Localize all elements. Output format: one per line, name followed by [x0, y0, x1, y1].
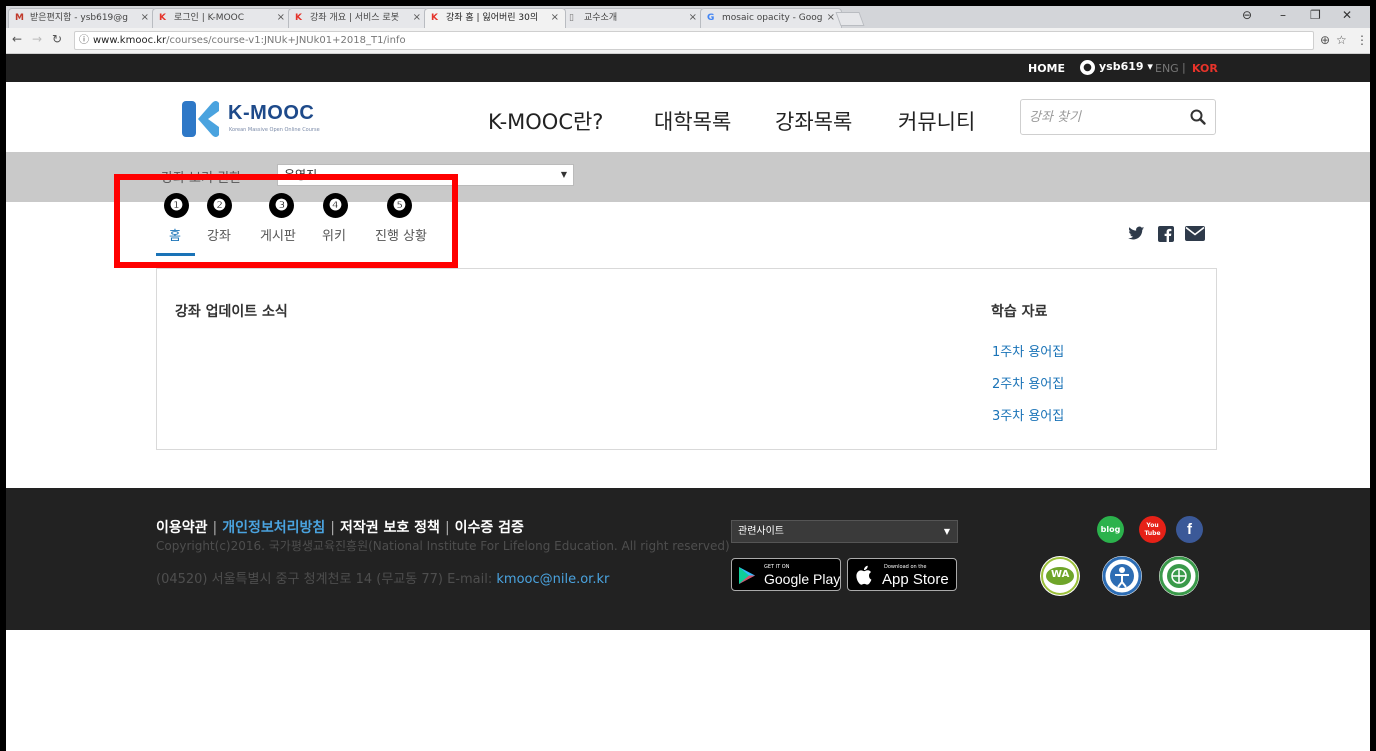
browser-tab-course-home[interactable]: K 강좌 홈 | 잃어버린 30의 × [424, 8, 566, 28]
course-search-box [1020, 99, 1216, 135]
bookmark-star-icon[interactable]: ☆ [1336, 33, 1347, 47]
kmooc-icon: K [159, 13, 166, 23]
nav-university-list[interactable]: 대학목록 [654, 106, 731, 136]
google-icon: G [707, 13, 715, 23]
reload-icon[interactable]: ↻ [52, 32, 62, 46]
terms-link[interactable]: 이용약관 [156, 520, 208, 536]
home-link[interactable]: HOME [1028, 62, 1065, 75]
facebook-sns-icon[interactable]: f [1176, 516, 1203, 543]
gmail-icon: M [15, 13, 24, 23]
material-link-week1[interactable]: 1주차 용어집 [992, 341, 1064, 360]
close-icon[interactable]: × [827, 9, 835, 27]
browser-window: M 받은편지함 - ysb619@g × K 로그인 | K-MOOC × K 강좌 개요… [6, 6, 1370, 751]
wa-cert-icon: WA [1040, 556, 1080, 596]
user-icon: ● [1080, 60, 1095, 75]
page-icon: ▯ [569, 13, 574, 23]
site-header: K-MOOC Korean Massive Open Online Course… [6, 82, 1370, 152]
footer-links: 이용약관 | 개인정보처리방침 | 저작권 보호 정책 | 이수증 검증 [156, 520, 524, 536]
new-tab-button[interactable] [835, 12, 865, 26]
lang-separator: | [1182, 61, 1186, 74]
restore-button[interactable]: ❐ [1310, 8, 1321, 22]
site-topbar: HOME ● ysb619 ▾ ENG | KOR [6, 54, 1370, 82]
address-bar: ← → ↻ ⓘ www.kmooc.kr/courses/course-v1:JN… [6, 28, 1370, 54]
nav-community[interactable]: 커뮤니티 [898, 106, 975, 136]
certificate-verify-link[interactable]: 이수증 검증 [455, 520, 524, 536]
search-icon[interactable] [1189, 108, 1207, 126]
material-link-week2[interactable]: 2주차 용어집 [992, 373, 1064, 392]
close-icon[interactable]: × [277, 9, 285, 27]
zoom-icon[interactable]: ⊕ [1320, 33, 1330, 47]
close-icon[interactable]: × [141, 9, 149, 27]
chevron-down-icon: ▼ [560, 170, 567, 179]
lang-kor-link[interactable]: KOR [1192, 62, 1218, 75]
browser-tab-gmail[interactable]: M 받은편지함 - ysb619@g × [8, 8, 156, 28]
menu-icon[interactable]: ⋮ [1356, 33, 1368, 47]
youtube-icon[interactable]: You Tube [1139, 516, 1166, 543]
course-home-card: 강좌 업데이트 소식 학습 자료 1주차 용어집 2주차 용어집 3주차 용어집 [156, 268, 1217, 450]
close-icon[interactable]: × [689, 9, 697, 27]
copyright-text: Copyright(c)2016. 국가평생교육진흥원(National Ins… [156, 539, 730, 553]
info-icon[interactable]: ⓘ [79, 35, 89, 46]
browser-tab-professor[interactable]: ▯ 교수소개 × [562, 8, 704, 28]
email-link[interactable]: kmooc@nile.or.kr [496, 572, 609, 587]
site-footer: 이용약관 | 개인정보처리방침 | 저작권 보호 정책 | 이수증 검증 Copyright… [6, 488, 1370, 630]
browser-tab-login[interactable]: K 로그인 | K-MOOC × [152, 8, 292, 28]
window-close-button[interactable]: ✕ [1342, 8, 1352, 22]
minimize-button[interactable]: – [1280, 8, 1286, 22]
kmooc-icon: K [295, 13, 302, 23]
nav-course-list[interactable]: 강좌목록 [775, 106, 852, 136]
back-arrow-icon[interactable]: ← [12, 32, 22, 46]
materials-title: 학습 자료 [991, 304, 1048, 320]
kmooc-logo-icon [182, 101, 219, 137]
profile-icon[interactable]: ⊖ [1242, 8, 1252, 22]
browser-tabstrip: M 받은편지함 - ysb619@g × K 로그인 | K-MOOC × K 강좌 개요… [6, 6, 1370, 28]
nav-about-kmooc[interactable]: K-MOOC란? [488, 106, 603, 136]
browser-tab-overview[interactable]: K 강좌 개요 | 서비스 로봇 × [288, 8, 428, 28]
web-cert-icon [1159, 556, 1199, 596]
twitter-icon[interactable] [1128, 226, 1145, 241]
forward-arrow-icon[interactable]: → [32, 32, 42, 46]
facebook-icon[interactable] [1158, 226, 1174, 242]
lang-eng-link[interactable]: ENG [1155, 62, 1179, 75]
close-icon[interactable]: × [551, 9, 559, 27]
search-input[interactable] [1029, 107, 1169, 127]
privacy-link[interactable]: 개인정보처리방침 [222, 520, 325, 536]
course-updates-title: 강좌 업데이트 소식 [175, 304, 288, 320]
kmooc-icon: K [431, 13, 438, 23]
google-play-button[interactable]: GET IT ON Google Play [731, 558, 841, 591]
apple-icon [856, 565, 872, 585]
mail-icon[interactable] [1185, 226, 1205, 241]
url-input[interactable]: ⓘ www.kmooc.kr/courses/course-v1:JNUk+JNU… [74, 31, 1314, 50]
user-menu[interactable]: ● ysb619 ▾ [1080, 60, 1153, 75]
related-sites-select[interactable]: 관련사이트 ▼ [731, 520, 958, 543]
blog-icon[interactable]: blog [1097, 516, 1124, 543]
copyright-policy-link[interactable]: 저작권 보호 정책 [340, 520, 440, 536]
close-icon[interactable]: × [413, 9, 421, 27]
highlight-box [114, 174, 458, 268]
material-link-week3[interactable]: 3주차 용어집 [992, 405, 1064, 424]
accessibility-cert-icon [1102, 556, 1142, 596]
chevron-down-icon: ▼ [943, 527, 950, 536]
app-store-button[interactable]: Download on the App Store [847, 558, 957, 591]
browser-tab-google[interactable]: Gmosaic opacity - Googl × [700, 8, 842, 28]
address-text: (04520) 서울특별시 중구 청계천로 14 (무교동 77) E-mail… [156, 572, 610, 587]
google-play-icon [739, 567, 755, 584]
